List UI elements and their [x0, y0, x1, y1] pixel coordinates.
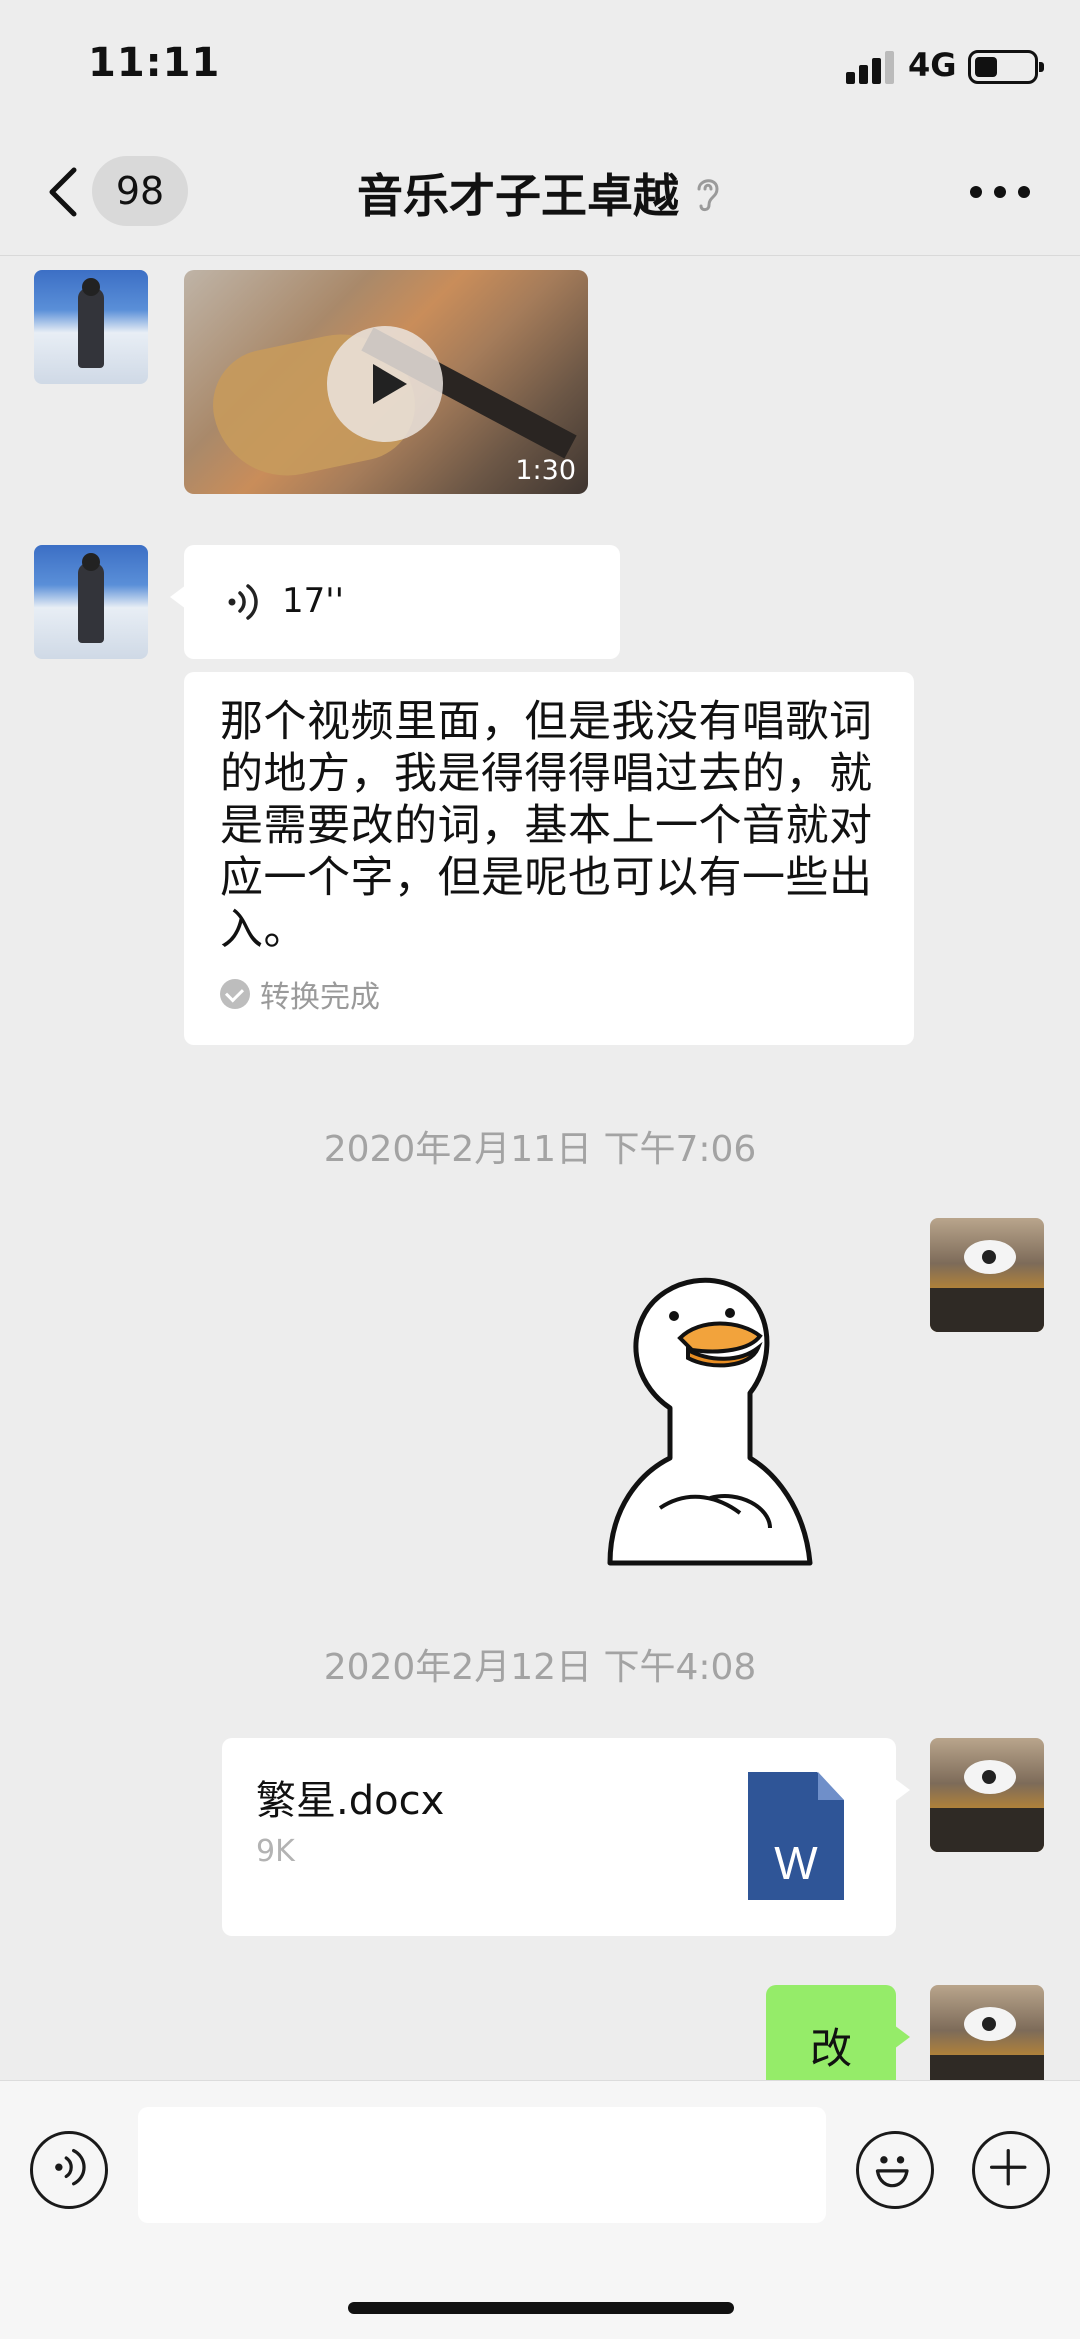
- file-name: 繁星.docx: [256, 1778, 445, 1824]
- more-actions-button[interactable]: [972, 2131, 1050, 2209]
- self-text-message: 改: [809, 2024, 852, 2073]
- message-timestamp: 2020年2月12日 下午4:08: [323, 1647, 757, 1688]
- network-type: 4G: [908, 46, 957, 84]
- transcript-status-label: 转换完成: [260, 980, 380, 1015]
- word-icon-letter: W: [774, 1837, 818, 1889]
- file-message-bubble[interactable]: 繁星.docx 9K W: [222, 1738, 910, 1936]
- status-bar: 11:11 4G: [0, 0, 1080, 130]
- message-timestamp: 2020年2月11日 下午7:06: [323, 1129, 757, 1170]
- ear-icon: [697, 179, 719, 212]
- signal-icon: [846, 48, 894, 84]
- peer-avatar[interactable]: [34, 545, 148, 659]
- input-bar: [0, 2080, 1080, 2339]
- transcript-status: 转换完成: [220, 972, 380, 1016]
- voice-duration: 17'': [282, 581, 344, 621]
- voice-wave-icon: [55, 2149, 86, 2186]
- self-avatar[interactable]: [930, 1218, 1044, 1332]
- more-options-icon[interactable]: [970, 186, 1030, 200]
- status-time: 11:11: [88, 40, 221, 86]
- video-message[interactable]: 1:30: [184, 270, 588, 494]
- voice-transcript-bubble[interactable]: 那个视频里面，但是我没有唱歌词的地方，我是得得得唱过去的，就是需要改的词，基本上…: [184, 672, 914, 1045]
- self-avatar[interactable]: [930, 1738, 1044, 1852]
- plus-icon: [990, 2149, 1027, 2186]
- battery-icon: [968, 50, 1044, 84]
- voice-input-toggle-button[interactable]: [30, 2131, 108, 2209]
- video-duration: 1:30: [515, 455, 576, 486]
- home-indicator[interactable]: [348, 2302, 734, 2314]
- duck-sticker[interactable]: [600, 1258, 830, 1568]
- peer-avatar[interactable]: [34, 270, 148, 384]
- file-size: 9K: [256, 1834, 295, 1869]
- check-icon: [220, 979, 250, 1009]
- voice-wave-icon: [228, 584, 258, 620]
- smiley-icon: [875, 2156, 909, 2188]
- message-input[interactable]: [138, 2107, 826, 2223]
- nav-bar: 98 音乐才子王卓越: [0, 130, 1080, 256]
- chat-title: 音乐才子王卓越: [357, 169, 679, 223]
- play-icon[interactable]: [327, 326, 443, 442]
- chat-title-container: 音乐才子王卓越: [0, 160, 1080, 226]
- transcript-text: 那个视频里面，但是我没有唱歌词的地方，我是得得得唱过去的，就是需要改的词，基本上…: [220, 697, 873, 955]
- emoji-button[interactable]: [856, 2131, 934, 2209]
- voice-message-bubble[interactable]: 17'': [170, 545, 620, 659]
